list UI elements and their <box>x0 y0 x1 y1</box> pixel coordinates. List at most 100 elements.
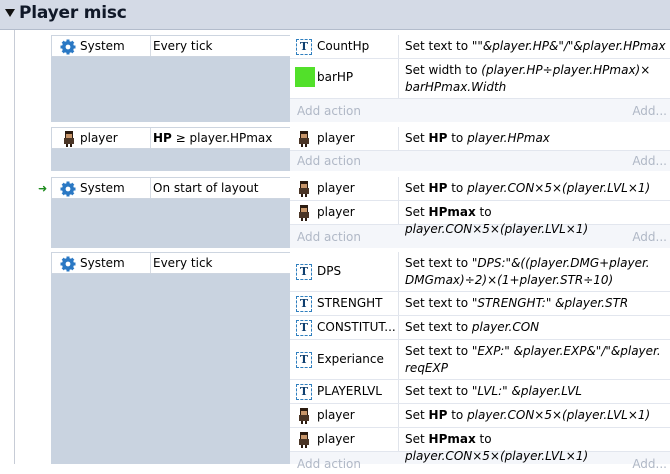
condition-object[interactable]: player <box>52 128 151 148</box>
action-object[interactable]: T CONSTITUT... <box>290 316 399 339</box>
action-expression: "STRENGHT:" &player.STR <box>471 296 629 310</box>
action-object[interactable]: player <box>290 201 399 224</box>
action-connector: to <box>447 131 468 145</box>
condition-object[interactable]: System <box>52 178 151 198</box>
gear-icon <box>60 39 76 55</box>
add-action-row[interactable]: Add action Add... <box>290 151 670 171</box>
condition-text: HP ≥ player.HPmax <box>153 131 272 145</box>
condition-text: Every tick <box>153 39 213 53</box>
actions-area[interactable]: T CountHp Set text to ""&player.HP&"/"&p… <box>290 35 670 122</box>
action-verb: Set text to <box>405 39 472 53</box>
player-icon <box>299 131 309 147</box>
actions-area[interactable]: player Set HP to player.HPmax Add action… <box>290 127 670 171</box>
add-action-button[interactable]: Add action <box>297 457 361 471</box>
condition-row[interactable]: player HP ≥ player.HPmax <box>51 127 306 149</box>
action-expression: player.CON×5×(player.LVL×1) <box>467 408 651 422</box>
condition-object[interactable]: System <box>52 253 151 273</box>
condition-text: Every tick <box>153 256 213 270</box>
action-verb: Set text to <box>405 384 472 398</box>
player-icon <box>299 181 309 197</box>
condition-object-label: System <box>80 181 125 195</box>
action-object[interactable]: player <box>290 404 399 427</box>
gear-icon <box>60 256 76 272</box>
action-row[interactable]: barHP Set width to (player.HP÷player.HPm… <box>290 59 670 99</box>
action-row[interactable]: player Set HPmax to player.CON×5×(player… <box>290 201 670 236</box>
action-object[interactable]: player <box>290 428 399 451</box>
action-verb: Set <box>405 432 429 446</box>
action-object-label: player <box>317 205 355 219</box>
group-title: Player misc <box>19 3 127 23</box>
action-object[interactable]: T PLAYERLVL <box>290 380 399 403</box>
condition-area[interactable] <box>51 252 306 464</box>
action-object[interactable]: T STRENGHT <box>290 292 399 315</box>
action-object-label: CONSTITUT... <box>317 320 396 334</box>
group-header[interactable]: Player misc <box>0 0 670 30</box>
action-verb: Set <box>405 205 429 219</box>
action-text: Set HP to player.CON×5×(player.LVL×1) <box>405 180 667 197</box>
action-row[interactable]: T CONSTITUT... Set text to player.CON <box>290 316 670 340</box>
action-row[interactable]: T PLAYERLVL Set text to "LVL:" &player.L… <box>290 380 670 404</box>
collapse-arrow-icon[interactable] <box>5 9 15 17</box>
action-object[interactable]: player <box>290 127 399 150</box>
action-text: Set text to "EXP:" &player.EXP&"/"&playe… <box>405 343 667 377</box>
add-menu-button[interactable]: Add... <box>632 230 667 244</box>
event-4[interactable]: System Every tick T DPS Set text to "DPS… <box>33 252 670 471</box>
action-text: Set text to player.CON <box>405 319 667 336</box>
condition-row[interactable]: System On start of layout <box>51 177 306 199</box>
add-menu-button[interactable]: Add... <box>632 154 667 168</box>
event-2[interactable]: player HP ≥ player.HPmax player Set HP t… <box>33 127 670 171</box>
add-action-row[interactable]: Add action Add... <box>290 101 670 121</box>
event-1[interactable]: System Every tick T CountHp Set text to … <box>33 35 670 122</box>
action-row[interactable]: T STRENGHT Set text to "STRENGHT:" &play… <box>290 292 670 316</box>
action-verb: Set text to <box>405 344 472 358</box>
actions-area[interactable]: player Set HP to player.CON×5×(player.LV… <box>290 177 670 248</box>
action-row[interactable]: T CountHp Set text to ""&player.HP&"/"&p… <box>290 35 670 59</box>
action-text: Set HP to player.HPmax <box>405 130 667 147</box>
add-action-button[interactable]: Add action <box>297 230 361 244</box>
actions-area[interactable]: T DPS Set text to "DPS:"&((player.DMG+pl… <box>290 252 670 471</box>
action-verb: Set width to <box>405 63 482 77</box>
action-expression: ""&player.HP&"/"&player.HPmax <box>471 39 666 53</box>
group-guide-line <box>14 30 15 464</box>
add-action-row[interactable]: Add action Add... <box>290 227 670 247</box>
action-object[interactable]: T Experiance <box>290 340 399 379</box>
text-object-icon: T <box>296 296 312 312</box>
action-row[interactable]: player Set HP to player.CON×5×(player.LV… <box>290 404 670 428</box>
condition-object-label: System <box>80 256 125 270</box>
add-menu-button[interactable]: Add... <box>632 457 667 471</box>
condition-property: HP <box>153 131 172 145</box>
action-row[interactable]: player Set HP to player.CON×5×(player.LV… <box>290 177 670 201</box>
action-object-label: player <box>317 408 355 422</box>
green-bar-icon <box>295 67 315 87</box>
action-object[interactable]: T DPS <box>290 252 399 291</box>
event-3[interactable]: ➜ System On start of layout player Set H… <box>33 177 670 248</box>
add-action-button[interactable]: Add action <box>297 104 361 118</box>
action-verb: Set text to <box>405 296 472 310</box>
add-action-row[interactable]: Add action Add... <box>290 454 670 474</box>
action-row[interactable]: player Set HPmax to player.CON×5×(player… <box>290 428 670 463</box>
action-row[interactable]: T DPS Set text to "DPS:"&((player.DMG+pl… <box>290 252 670 292</box>
action-row[interactable]: T Experiance Set text to "EXP:" &player.… <box>290 340 670 380</box>
action-property: HP <box>428 408 448 422</box>
add-action-button[interactable]: Add action <box>297 154 361 168</box>
action-expression: player.CON <box>471 320 540 334</box>
text-object-icon: T <box>296 39 312 55</box>
action-object[interactable]: barHP <box>290 59 399 98</box>
condition-row[interactable]: System Every tick <box>51 252 306 274</box>
condition-row[interactable]: System Every tick <box>51 35 306 57</box>
action-object-label: CountHp <box>317 39 370 53</box>
action-object[interactable]: player <box>290 177 399 200</box>
action-property: HP <box>428 131 448 145</box>
action-text: Set text to "STRENGHT:" &player.STR <box>405 295 667 312</box>
action-object[interactable]: T CountHp <box>290 35 399 58</box>
action-object-label: Experiance <box>317 352 384 366</box>
action-text: Set text to "DPS:"&((player.DMG+player. … <box>405 255 667 289</box>
condition-object[interactable]: System <box>52 36 151 56</box>
add-menu-button[interactable]: Add... <box>632 104 667 118</box>
action-property: HPmax <box>428 205 476 219</box>
action-text: Set HP to player.CON×5×(player.LVL×1) <box>405 407 667 424</box>
action-text: Set width to (player.HP÷player.HPmax)× b… <box>405 62 667 96</box>
action-object-label: barHP <box>317 70 354 84</box>
action-expression: player.HPmax <box>467 131 550 145</box>
action-row[interactable]: player Set HP to player.HPmax <box>290 127 670 151</box>
